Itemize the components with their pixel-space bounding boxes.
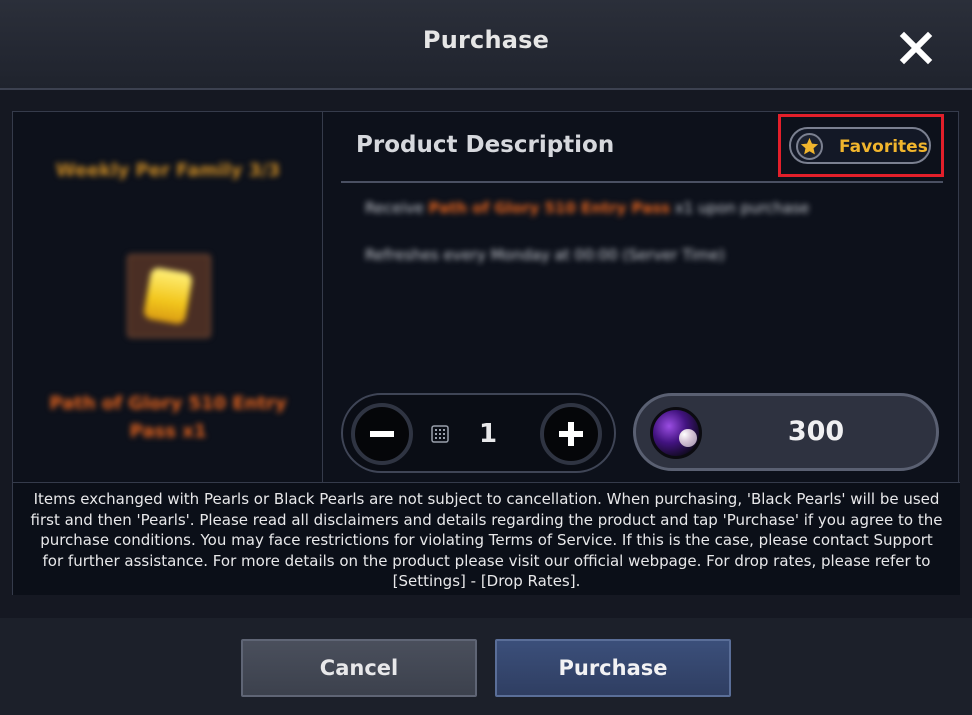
item-preview: Weekly Per Family 3/3 Path of Glory 510 … [13,112,323,482]
close-button[interactable] [898,30,934,66]
increase-button[interactable] [540,403,602,465]
calculator-icon[interactable] [431,425,449,443]
close-icon [899,31,933,65]
scroll-icon [142,266,194,326]
item-icon [127,254,211,338]
description-line-1: Receive Path of Glory 510 Entry Pass x1 … [365,199,809,217]
disclaimer-text: Items exchanged with Pearls or Black Pea… [13,482,960,595]
star-icon [796,133,823,160]
dialog-title: Purchase [422,26,550,54]
price-value: 300 [787,416,845,447]
bullet-text-suffix: x1 upon purchase [670,199,810,217]
description-line-2: Refreshes every Monday at 00:00 (Server … [365,246,725,264]
quantity-stepper: 1 [341,393,616,473]
favorites-button[interactable]: Favorites [789,127,931,164]
bullet-text: Receive [365,199,429,217]
quantity-value[interactable]: 1 [463,419,513,449]
cancel-button[interactable]: Cancel [241,639,477,697]
pearl-highlight [679,429,697,447]
plus-icon [559,422,583,446]
decrease-button[interactable] [351,403,413,465]
purchase-dialog: Purchase Weekly Per Family 3/3 Path of G… [0,0,972,715]
description-highlight: Path of Glory 510 Entry Pass [428,199,671,217]
dialog-footer: Cancel Purchase [0,618,972,715]
product-panel: Weekly Per Family 3/3 Path of Glory 510 … [12,111,960,595]
purchase-limit: Weekly Per Family 3/3 [55,160,281,181]
item-name: Path of Glory 510 Entry Pass x1 [49,393,287,442]
pearl-icon [650,407,702,459]
product-description-title: Product Description [356,132,615,158]
purchase-button[interactable]: Purchase [495,639,731,697]
minus-icon [370,431,394,437]
dialog-header: Purchase [0,0,972,90]
divider [341,181,943,183]
price-display[interactable]: 300 [633,393,939,471]
favorites-label: Favorites [839,137,928,157]
